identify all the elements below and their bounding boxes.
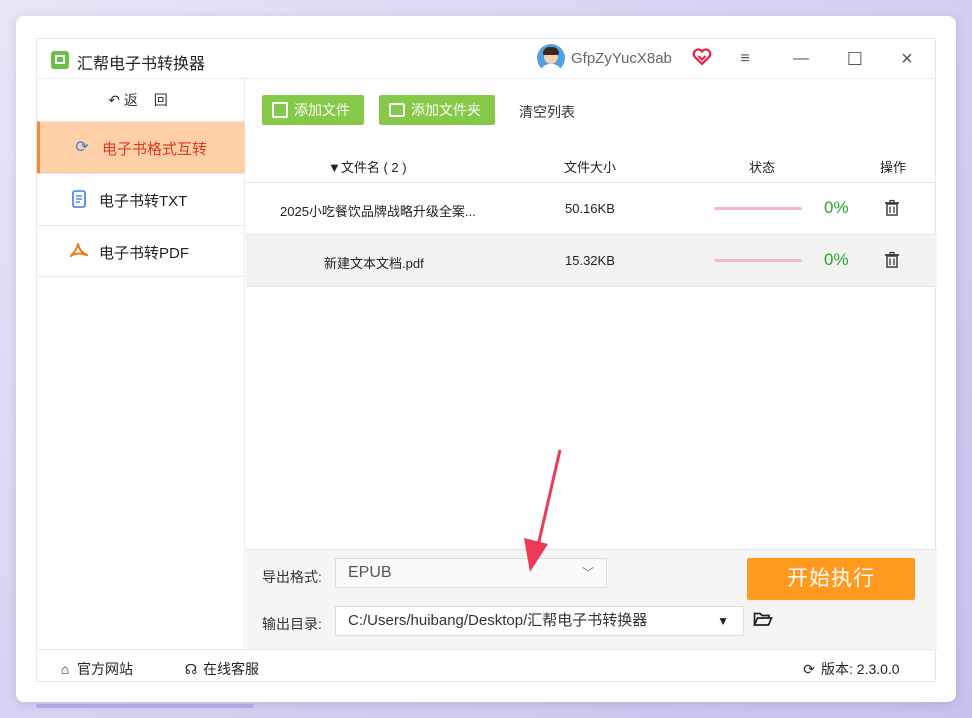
- column-header-size: 文件大小: [564, 160, 617, 175]
- sidebar-item-label: 电子书转TXT: [99, 193, 188, 210]
- document-icon: [69, 190, 89, 210]
- version-label: 版本:: [821, 661, 853, 677]
- user-avatar[interactable]: [537, 44, 565, 72]
- avatar-shirt: [540, 64, 562, 72]
- dropdown-caret-icon: ▼: [717, 614, 729, 628]
- website-link[interactable]: ⌂ 官方网站: [57, 659, 133, 679]
- chevron-down-icon: ﹀: [581, 566, 594, 580]
- progress-bar: [714, 259, 802, 262]
- table-header: ▼文件名 ( 2 ) 文件大小 状态 操作: [246, 147, 937, 183]
- clear-list-button[interactable]: 清空列表: [519, 102, 575, 122]
- format-label: 导出格式:: [262, 569, 322, 585]
- headset-icon: ☊: [184, 661, 198, 677]
- close-icon[interactable]: ×: [895, 47, 919, 71]
- support-label: 在线客服: [203, 661, 259, 677]
- version-info: ⟳ 版本: 2.3.0.0: [801, 659, 900, 679]
- background-decoration: [36, 704, 254, 708]
- column-header-action: 操作: [880, 160, 907, 175]
- sidebar: ↶ 返 回 ⟳ 电子书格式互转 电子书转TXT 电子书转PDF: [37, 79, 245, 649]
- home-icon: ⌂: [60, 661, 70, 677]
- output-dir-label: 输出目录:: [262, 616, 322, 632]
- start-button[interactable]: 开始执行: [747, 558, 915, 600]
- sidebar-item-to-txt[interactable]: 电子书转TXT: [37, 173, 245, 225]
- title-bar: 汇帮电子书转换器 GfpZyYucX8ab ≡ — ☐ ×: [37, 39, 937, 79]
- window-frame: 汇帮电子书转换器 GfpZyYucX8ab ≡ — ☐ × ↶ 返 回 ⟳ 电子…: [36, 38, 937, 683]
- file-name: 2025小吃餐饮品牌战略升级全案...: [280, 204, 476, 219]
- output-settings-panel: 导出格式: EPUB ﹀ 输出目录: C:/Users/huibang/Desk…: [246, 549, 937, 649]
- back-button[interactable]: ↶ 返 回: [37, 79, 245, 121]
- version-value: 2.3.0.0: [856, 661, 900, 677]
- output-dir-value: C:/Users/huibang/Desktop/汇帮电子书转换器: [348, 612, 648, 629]
- column-header-status: 状态: [749, 160, 776, 175]
- add-file-label: 添加文件: [294, 102, 350, 118]
- refresh-icon: ⟳: [803, 661, 815, 677]
- table-row[interactable]: 新建文本文档.pdf 15.32KB 0%: [246, 235, 937, 287]
- progress-percent: 0%: [824, 250, 849, 269]
- column-header-name[interactable]: ▼文件名 ( 2 ): [328, 157, 407, 176]
- file-name: 新建文本文档.pdf: [324, 256, 424, 271]
- maximize-icon[interactable]: ☐: [843, 47, 867, 71]
- file-size: 15.32KB: [565, 253, 615, 268]
- add-file-button[interactable]: 添加文件: [262, 95, 364, 125]
- refresh-icon: ⟳: [75, 139, 89, 156]
- main-panel: 添加文件 添加文件夹 清空列表 ▼文件名 ( 2 ) 文件大小 状态 操作 20…: [246, 79, 937, 649]
- file-size: 50.16KB: [565, 201, 615, 216]
- sidebar-item-label: 电子书格式互转: [102, 141, 208, 158]
- progress-bar: [714, 207, 802, 210]
- add-folder-label: 添加文件夹: [411, 102, 481, 118]
- add-file-icon: [272, 102, 288, 118]
- add-folder-icon: [389, 103, 405, 117]
- pdf-icon: [69, 242, 89, 262]
- delete-icon[interactable]: [884, 251, 900, 269]
- format-value: EPUB: [348, 564, 392, 581]
- sidebar-item-to-pdf[interactable]: 电子书转PDF: [37, 225, 245, 277]
- add-folder-button[interactable]: 添加文件夹: [379, 95, 495, 125]
- minimize-icon[interactable]: —: [789, 47, 813, 71]
- delete-icon[interactable]: [884, 199, 900, 217]
- avatar-hair: [543, 47, 559, 55]
- sidebar-item-label: 电子书转PDF: [99, 245, 190, 262]
- table-row[interactable]: 2025小吃餐饮品牌战略升级全案... 50.16KB 0%: [246, 183, 937, 235]
- app-logo-icon: [51, 51, 69, 69]
- app-window: 汇帮电子书转换器 GfpZyYucX8ab ≡ — ☐ × ↶ 返 回 ⟳ 电子…: [16, 16, 956, 702]
- back-label: 返 回: [123, 92, 174, 108]
- output-dir-select[interactable]: C:/Users/huibang/Desktop/汇帮电子书转换器 ▼: [335, 606, 744, 636]
- folder-open-icon[interactable]: [753, 611, 773, 627]
- support-link[interactable]: ☊ 在线客服: [183, 659, 259, 679]
- back-arrow-icon: ↶: [108, 92, 120, 108]
- website-label: 官方网站: [77, 661, 133, 677]
- menu-icon[interactable]: ≡: [733, 47, 757, 71]
- footer-bar: ⌂ 官方网站 ☊ 在线客服 ⟳ 版本: 2.3.0.0: [37, 649, 937, 683]
- sidebar-item-format-convert[interactable]: ⟳ 电子书格式互转: [37, 121, 245, 173]
- vip-heart-icon[interactable]: [692, 47, 712, 67]
- username[interactable]: GfpZyYucX8ab: [571, 50, 672, 67]
- progress-percent: 0%: [824, 198, 849, 217]
- app-title: 汇帮电子书转换器: [77, 56, 206, 73]
- format-select[interactable]: EPUB ﹀: [335, 558, 607, 588]
